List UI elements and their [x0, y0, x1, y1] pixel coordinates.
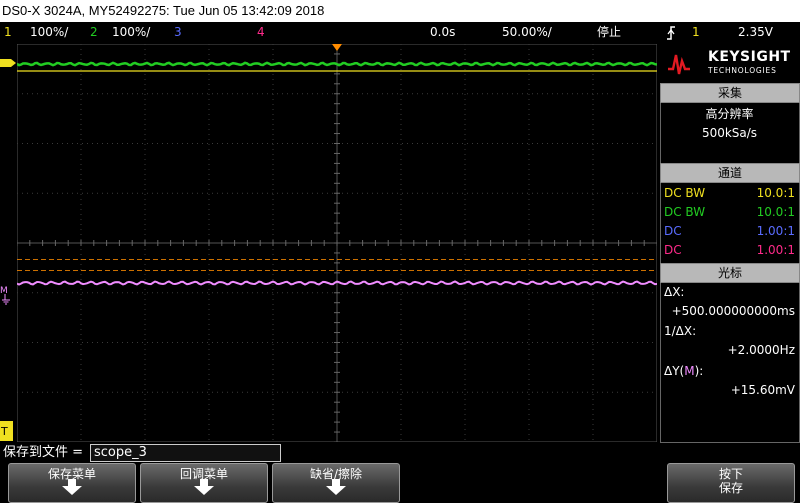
svg-text:M: M: [0, 286, 8, 296]
arrow-down-icon: [326, 479, 346, 495]
timebase[interactable]: 50.00%/: [502, 22, 552, 43]
brand-name: KEYSIGHT: [708, 49, 791, 65]
sample-rate: 500kSa/s: [701, 126, 758, 140]
press-to-save-label: 按下 保存: [718, 467, 743, 495]
svg-text:T: T: [0, 425, 8, 438]
inverse-delta-x-label: 1/ΔX:: [664, 324, 697, 338]
run-state: 停止: [597, 25, 622, 39]
default-erase-softkey[interactable]: 缺省/擦除: [272, 463, 400, 503]
ch4-number[interactable]: 4: [257, 22, 265, 43]
channels-section: DC BW 10.0:1 DC BW 10.0:1 DC 1.00:1 DC 1.00:…: [660, 183, 800, 263]
ch2-number[interactable]: 2: [90, 22, 98, 43]
channels-header[interactable]: 通道: [660, 163, 800, 183]
ch2-coupling-row: DC BW 10.0:1: [664, 205, 795, 219]
save-menu-softkey[interactable]: 保存菜单: [8, 463, 136, 503]
filename-field[interactable]: scope_3: [90, 444, 281, 462]
ch3-coupling-row: DC 1.00:1: [664, 224, 795, 238]
window-title: DS0-X 3024A, MY52492275: Tue Jun 05 13:4…: [2, 3, 325, 18]
arrow-down-icon: [62, 479, 82, 495]
ch1-ground-marker[interactable]: [0, 59, 16, 67]
delta-x-label: ΔX:: [664, 285, 685, 299]
ch1-number[interactable]: 1: [4, 22, 12, 43]
delta-y-value: +15.60mV: [730, 383, 795, 397]
press-to-save-softkey[interactable]: 按下 保存: [667, 463, 795, 503]
trigger-marker[interactable]: T: [0, 421, 13, 441]
horizontal-delay[interactable]: 0.0s: [430, 22, 455, 43]
trigger-source[interactable]: 1: [692, 22, 700, 43]
acquire-mode: 高分辨率: [705, 107, 754, 121]
ch1-coupling-row: DC BW 10.0:1: [664, 186, 795, 200]
math-ground-marker[interactable]: M: [0, 286, 10, 305]
save-bar: 保存到文件 = scope_3: [0, 443, 800, 463]
status-bar: 1 100%/ 2 100%/ 3 4 0.0s 50.00%/ 停止 1 2.…: [0, 22, 800, 43]
brand-subtitle: TECHNOLOGIES: [708, 66, 777, 75]
arrow-down-icon: [194, 479, 214, 495]
trigger-level[interactable]: 2.35V: [738, 22, 773, 43]
cursors-header[interactable]: 光标: [660, 263, 800, 283]
waveform-display[interactable]: [17, 44, 657, 442]
cursors-section: ΔX: +500.000000000ms 1/ΔX: +2.0000Hz ΔY(…: [660, 283, 800, 443]
ch1-scale[interactable]: 100%/: [30, 22, 68, 43]
recall-menu-softkey[interactable]: 回调菜单: [140, 463, 268, 503]
save-to-file-label: 保存到文件 =: [3, 445, 84, 460]
acquire-section: 高分辨率 500kSa/s: [660, 103, 800, 163]
window-title-bar: DS0-X 3024A, MY52492275: Tue Jun 05 13:4…: [0, 0, 800, 22]
ch4-coupling-row: DC 1.00:1: [664, 243, 795, 257]
channel-marker-strip: M T: [0, 59, 16, 441]
inverse-delta-x-value: +2.0000Hz: [727, 343, 795, 357]
info-panel: KEYSIGHT TECHNOLOGIES 采集 高分辨率 500kSa/s 通…: [660, 43, 800, 443]
ch2-scale[interactable]: 100%/: [112, 22, 150, 43]
delta-x-value: +500.000000000ms: [671, 304, 795, 318]
acquire-header[interactable]: 采集: [660, 83, 800, 103]
delta-y-label: ΔY(M):: [664, 364, 704, 378]
ch3-number[interactable]: 3: [174, 22, 182, 43]
